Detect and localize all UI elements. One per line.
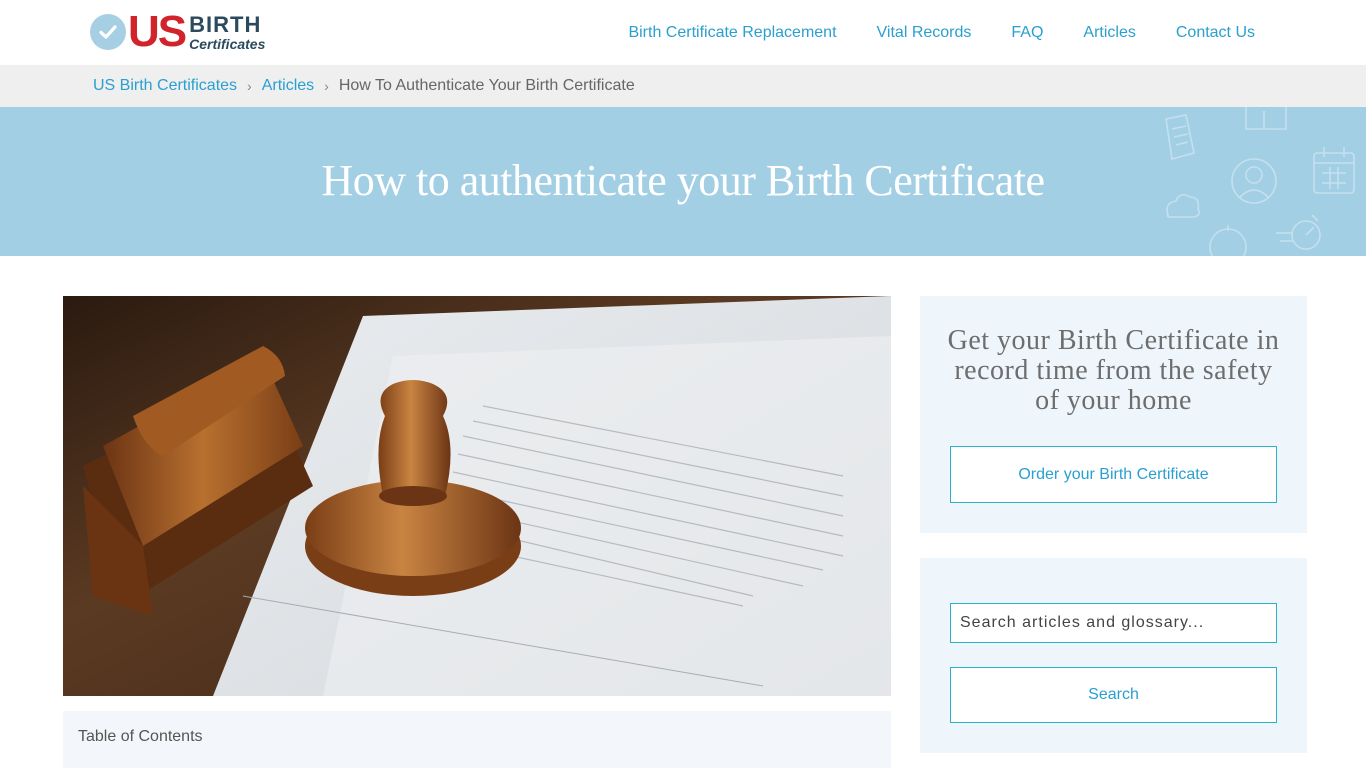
article-hero-image <box>63 296 891 696</box>
logo-certificates-text: Certificates <box>189 35 266 52</box>
table-of-contents[interactable]: Table of Contents <box>63 711 891 768</box>
logo-us-text: US <box>128 7 187 56</box>
search-button[interactable]: Search <box>950 667 1277 723</box>
order-card: Get your Birth Certificate in record tim… <box>920 296 1307 533</box>
breadcrumb-current: How To Authenticate Your Birth Certifica… <box>338 77 635 94</box>
nav-contact-us[interactable]: Contact Us <box>1176 24 1255 42</box>
user-icon <box>1231 158 1277 204</box>
stamps-photo <box>63 296 891 696</box>
cloud-icon <box>1166 193 1201 218</box>
nav-vital-records[interactable]: Vital Records <box>877 24 972 42</box>
nav-birth-certificate-replacement[interactable]: Birth Certificate Replacement <box>628 24 836 42</box>
site-logo[interactable]: US BIRTH Certificates <box>90 7 266 56</box>
search-input[interactable] <box>950 603 1277 643</box>
search-card: Search <box>920 558 1307 753</box>
order-card-heading: Get your Birth Certificate in record tim… <box>947 325 1280 416</box>
calendar-icon <box>1313 147 1355 194</box>
check-icon <box>90 14 126 50</box>
logo-birth-text: BIRTH <box>189 11 262 37</box>
site-header: US BIRTH Certificates Birth Certificate … <box>0 0 1366 65</box>
decorative-icons <box>1165 107 1355 256</box>
chevron-right-icon: › <box>247 78 252 94</box>
breadcrumb-home-link[interactable]: US Birth Certificates <box>93 77 237 95</box>
main-nav: Birth Certificate Replacement Vital Reco… <box>628 0 1255 65</box>
breadcrumb: US Birth Certificates › Articles › How T… <box>0 65 1366 107</box>
nav-articles[interactable]: Articles <box>1083 24 1135 42</box>
chevron-right-icon: › <box>324 78 329 94</box>
nav-faq[interactable]: FAQ <box>1011 24 1043 42</box>
logo-words: BIRTH Certificates <box>189 11 266 52</box>
page-hero: How to authenticate your Birth Certifica… <box>0 107 1366 256</box>
clock-icon <box>1209 225 1247 256</box>
stopwatch-icon <box>1276 214 1321 250</box>
toc-title: Table of Contents <box>78 728 203 745</box>
card-icon <box>1245 107 1287 130</box>
order-certificate-button[interactable]: Order your Birth Certificate <box>950 446 1277 503</box>
document-icon <box>1165 114 1195 161</box>
breadcrumb-articles-link[interactable]: Articles <box>262 77 314 95</box>
